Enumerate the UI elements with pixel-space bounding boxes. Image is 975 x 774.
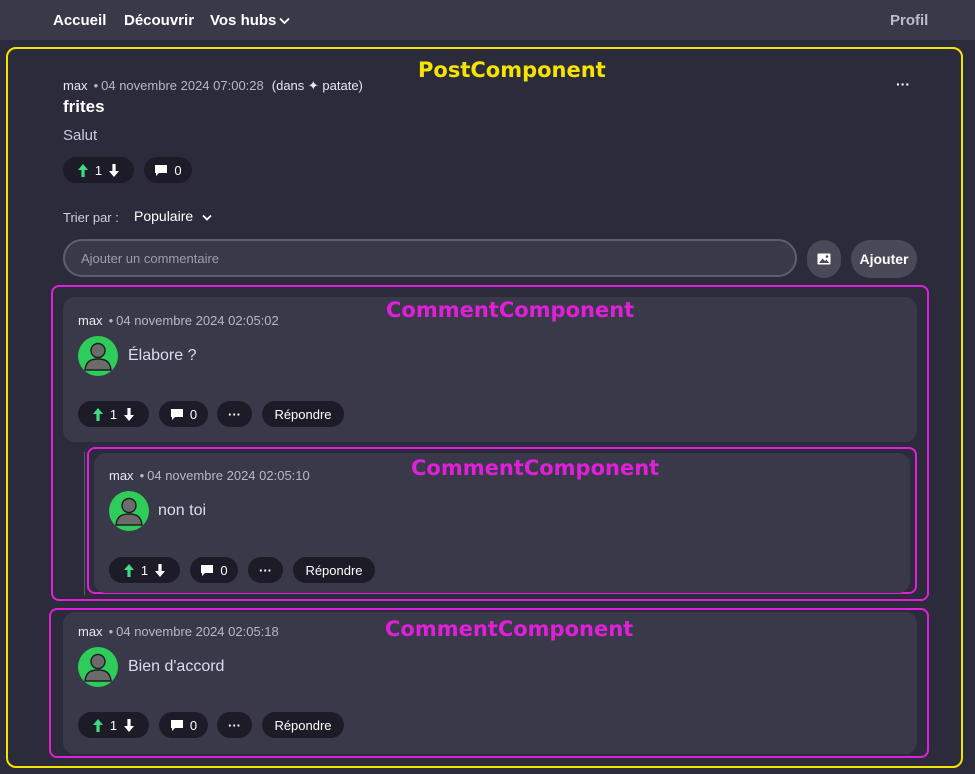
ellipsis-icon: ···: [259, 562, 272, 578]
sort-value: Populaire: [134, 208, 194, 224]
image-icon: [817, 253, 831, 265]
post-comment-count: 0: [174, 162, 182, 178]
comment-date: 04 novembre 2024 02:05:10: [147, 468, 310, 483]
comment-vote-count: 1: [109, 406, 118, 422]
comment-date: 04 novembre 2024 02:05:18: [116, 624, 279, 639]
nav-hubs-label: Vos hubs: [210, 12, 277, 29]
comment-replies-button[interactable]: 0: [190, 557, 238, 583]
arrow-down-icon[interactable]: [154, 563, 166, 578]
comment-author[interactable]: max: [109, 468, 134, 483]
post-title: frites: [63, 97, 105, 116]
comment-author[interactable]: max: [78, 624, 103, 639]
comment-component-annotation: CommentComponent: [411, 456, 660, 480]
user-avatar-icon: [78, 647, 118, 687]
reply-button[interactable]: Répondre: [293, 557, 375, 583]
comment-text: non toi: [158, 502, 207, 519]
ellipsis-icon: ···: [228, 406, 241, 422]
nav-hubs-dropdown[interactable]: Vos hubs: [210, 12, 291, 29]
comment-component-annotation: CommentComponent: [385, 617, 634, 641]
arrow-up-icon[interactable]: [123, 563, 135, 578]
post-meta: max • 04 novembre 2024 07:00:28 (dans ✦ pat…: [63, 78, 363, 94]
comment-more-button[interactable]: ···: [248, 557, 283, 583]
arrow-down-icon[interactable]: [123, 718, 135, 733]
chevron-down-icon: [202, 214, 212, 221]
post-date: 04 novembre 2024 07:00:28: [101, 78, 264, 93]
comment-component-annotation: CommentComponent: [386, 298, 635, 322]
speech-bubble-icon: [170, 719, 183, 731]
comment-vote-bar: 1: [109, 557, 180, 583]
user-avatar-icon: [78, 336, 118, 376]
attach-image-button[interactable]: [807, 240, 841, 278]
meta-separator: •: [108, 313, 114, 328]
post-vote-count: 1: [94, 162, 103, 178]
thread-line: [84, 452, 85, 595]
comment-vote-bar: 1: [78, 401, 149, 427]
comment-vote-bar: 1: [78, 712, 149, 738]
post-component-annotation: PostComponent: [418, 58, 606, 82]
comment-replies-button[interactable]: 0: [159, 712, 208, 738]
sort-label: Trier par :: [63, 210, 119, 225]
arrow-up-icon[interactable]: [92, 718, 104, 733]
nav-profile-link[interactable]: Profil: [890, 12, 928, 29]
comment-date: 04 novembre 2024 02:05:02: [116, 313, 279, 328]
comment-more-button[interactable]: ···: [217, 712, 252, 738]
comment-more-button[interactable]: ···: [217, 401, 252, 427]
chevron-down-icon: [279, 17, 291, 25]
meta-separator: •: [93, 78, 99, 93]
arrow-up-icon[interactable]: [77, 163, 89, 178]
post-comments-button[interactable]: 0: [144, 157, 192, 183]
reply-button[interactable]: Répondre: [262, 712, 344, 738]
post-hub[interactable]: (dans ✦ patate): [272, 78, 363, 93]
comment-text: Élabore ?: [128, 347, 197, 364]
comment-reply-count: 0: [189, 717, 198, 733]
comment-meta: max • 04 novembre 2024 02:05:02: [78, 313, 279, 328]
add-comment-button[interactable]: Ajouter: [851, 240, 917, 278]
comment-vote-count: 1: [140, 562, 149, 578]
comment-text: Bien d'accord: [128, 658, 225, 675]
sort-dropdown[interactable]: Populaire: [134, 208, 212, 224]
speech-bubble-icon: [155, 164, 168, 176]
comment-meta: max • 04 novembre 2024 02:05:10: [109, 468, 310, 483]
meta-separator: •: [108, 624, 114, 639]
comment-input[interactable]: [63, 239, 797, 277]
post-body: Salut: [63, 127, 98, 144]
comment-reply-count: 0: [220, 562, 228, 578]
reply-button[interactable]: Répondre: [262, 401, 344, 427]
top-navigation-bar: Accueil Découvrir Vos hubs Profil: [0, 0, 975, 40]
post-vote-bar: 1: [63, 157, 134, 183]
arrow-up-icon[interactable]: [92, 407, 104, 422]
speech-bubble-icon: [170, 408, 183, 420]
comment-author[interactable]: max: [78, 313, 103, 328]
nav-home-link[interactable]: Accueil: [53, 12, 106, 29]
user-avatar-icon: [109, 491, 149, 531]
meta-separator: •: [139, 468, 145, 483]
post-author[interactable]: max: [63, 78, 88, 93]
comment-vote-count: 1: [109, 717, 118, 733]
arrow-down-icon[interactable]: [108, 163, 120, 178]
arrow-down-icon[interactable]: [123, 407, 135, 422]
nav-discover-link[interactable]: Découvrir: [124, 12, 194, 29]
comment-replies-button[interactable]: 0: [159, 401, 208, 427]
post-menu-button[interactable]: ···: [888, 72, 918, 96]
ellipsis-icon: ···: [896, 76, 910, 92]
comment-reply-count: 0: [189, 406, 198, 422]
comment-meta: max • 04 novembre 2024 02:05:18: [78, 624, 279, 639]
speech-bubble-icon: [201, 564, 214, 576]
ellipsis-icon: ···: [228, 717, 241, 733]
